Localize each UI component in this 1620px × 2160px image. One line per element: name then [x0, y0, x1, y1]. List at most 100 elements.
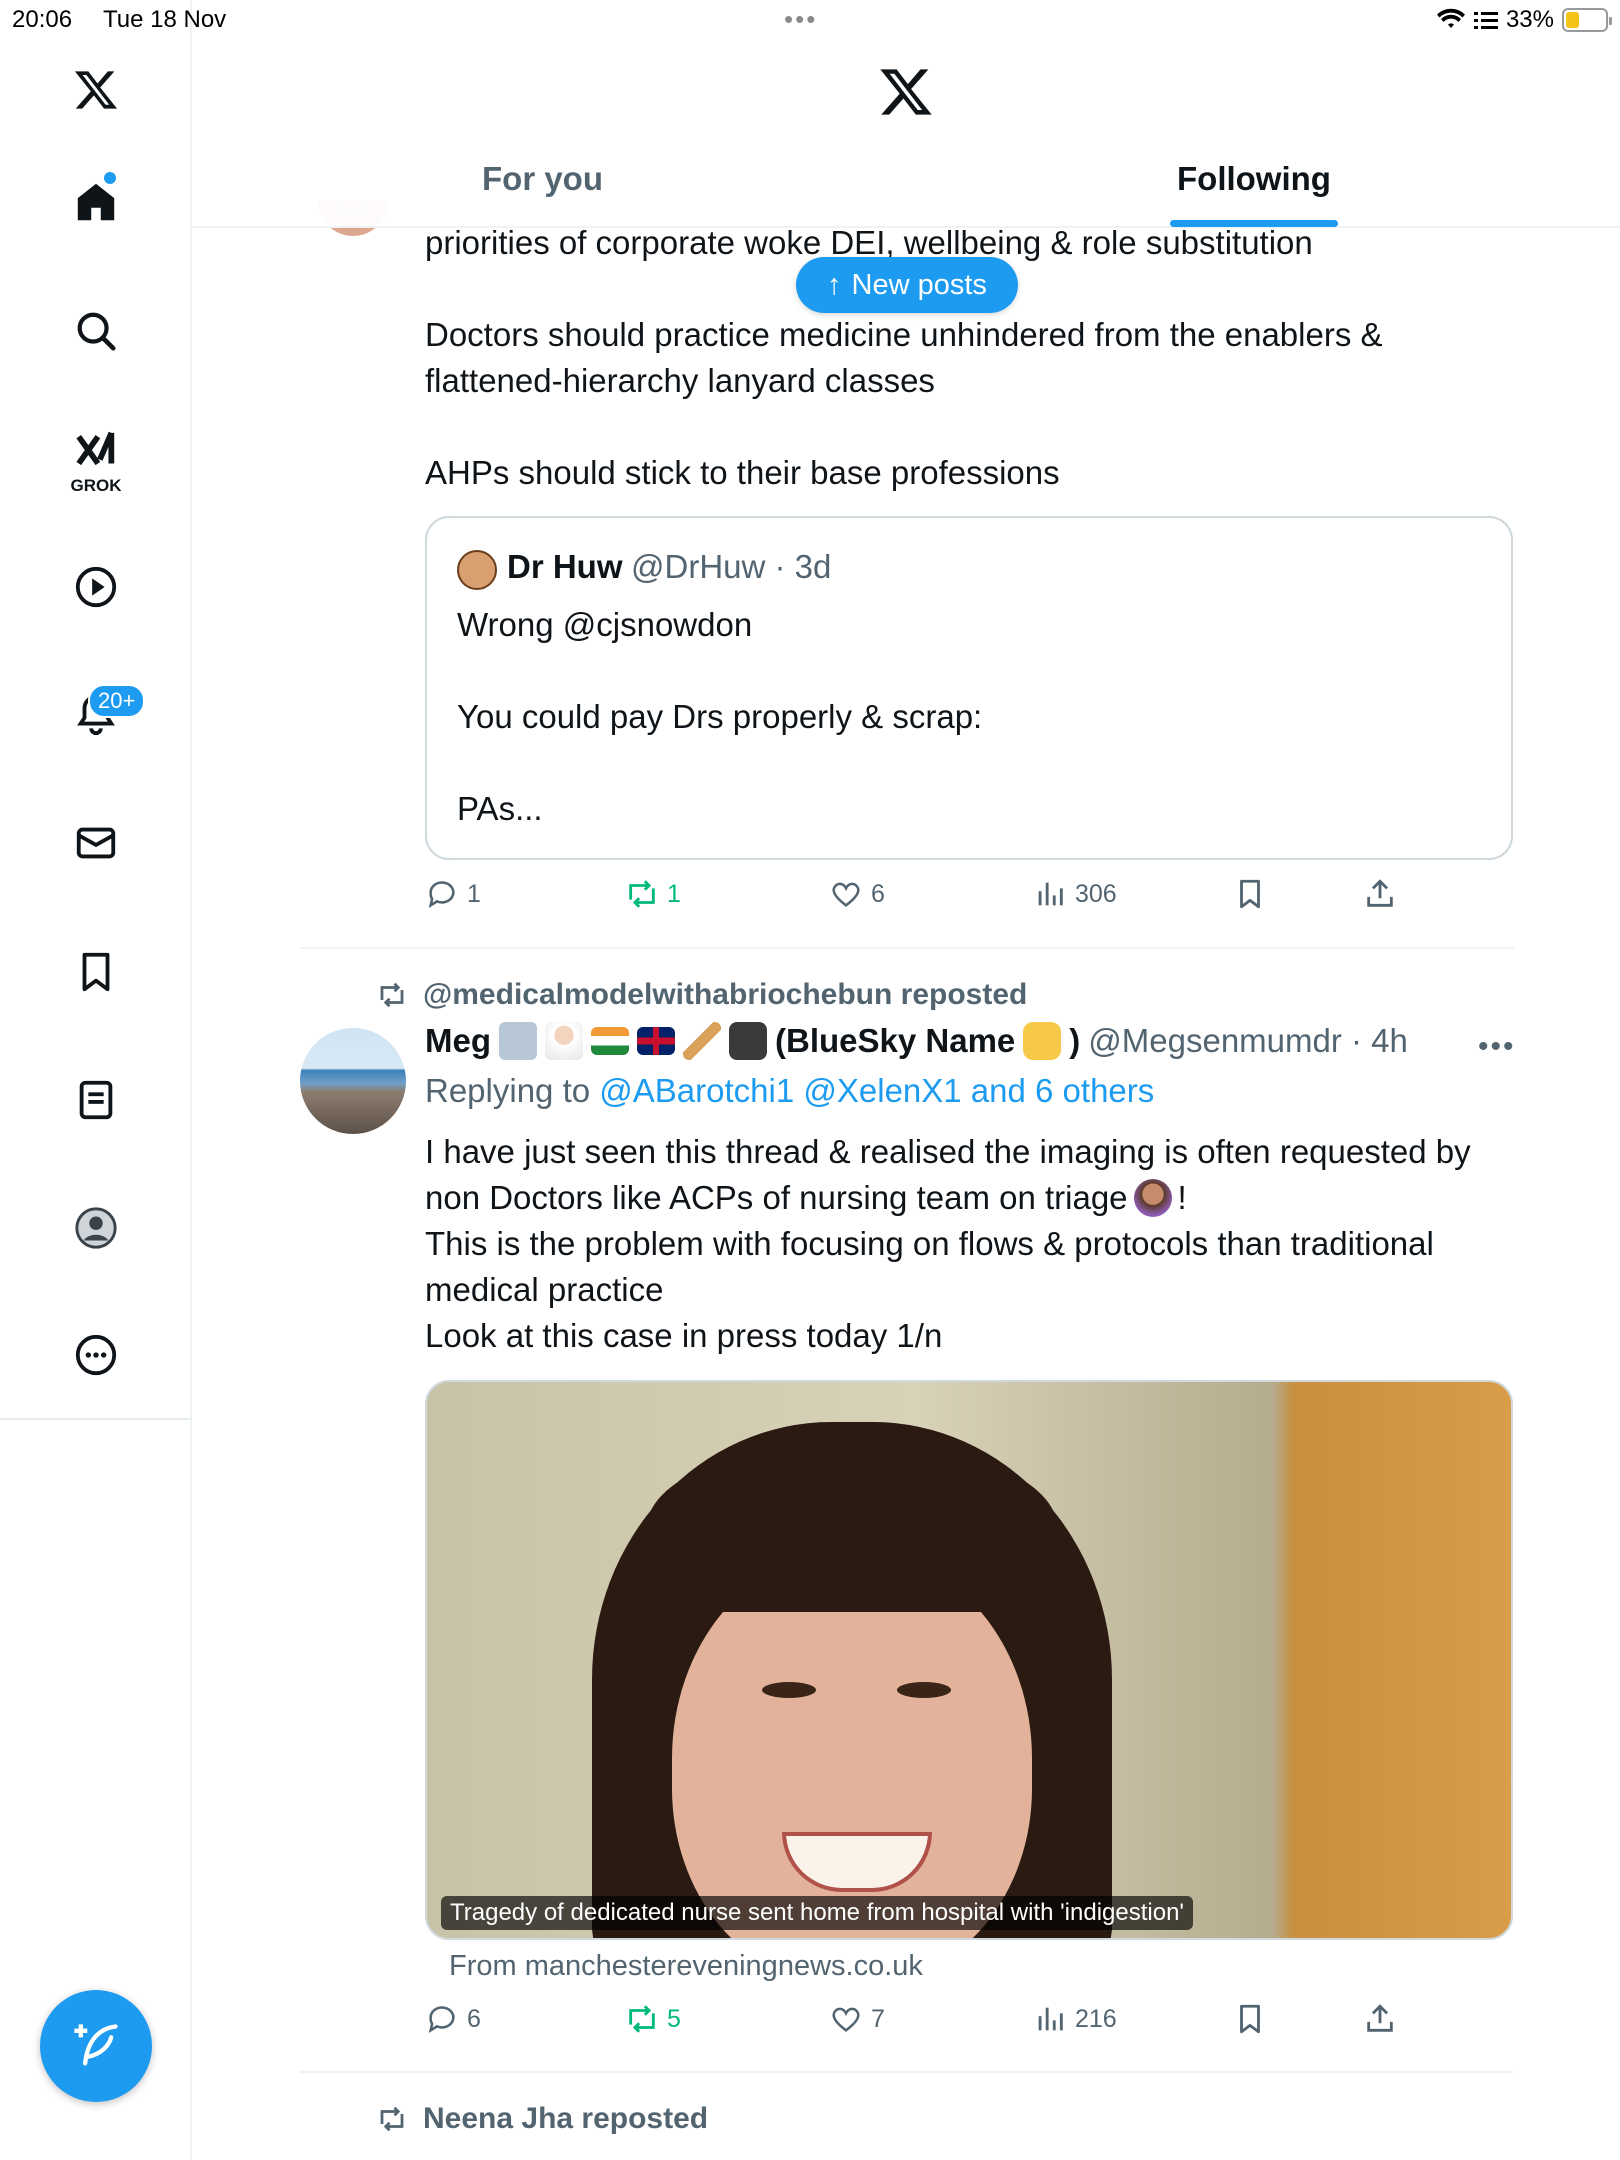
views-icon [1038, 2007, 1063, 2031]
author-name[interactable]: Meg [425, 1022, 491, 1060]
compose-post-button[interactable] [40, 1990, 152, 2102]
repost-icon [629, 880, 655, 908]
share-icon [1367, 2004, 1393, 2032]
profile-icon[interactable] [64, 1196, 128, 1260]
focus-list-icon [1473, 12, 1498, 29]
views-button[interactable]: 306 [1033, 877, 1117, 911]
repost-button[interactable]: 5 [625, 2002, 681, 2036]
bookmark-icon[interactable] [64, 940, 128, 1004]
post-text-line: Doctors should practice medicine unhinde… [425, 316, 1383, 353]
link-card-image[interactable]: Tragedy of dedicated nurse sent home fro… [425, 1380, 1513, 1940]
like-count: 6 [871, 879, 885, 908]
share-button[interactable] [1363, 877, 1397, 911]
post-actions: 1 1 6 306 [425, 877, 1515, 921]
like-button[interactable]: 6 [829, 877, 885, 911]
timeline-header: For you Following [192, 40, 1620, 228]
uk-flag-icon [637, 1027, 675, 1055]
battery-percent: 33% [1505, 6, 1554, 33]
camera-emoji-icon [729, 1022, 767, 1060]
reply-count: 1 [467, 879, 481, 908]
x-logo-icon[interactable] [878, 64, 934, 120]
photo-eye [762, 1682, 816, 1698]
replying-prefix: Replying to [425, 1072, 591, 1109]
bookmark-button[interactable] [1233, 877, 1267, 911]
repost-attribution[interactable]: @medicalmodelwithabriochebun reposted [375, 978, 1027, 1012]
video-icon[interactable] [64, 555, 128, 619]
quote-author-name: Dr Huw [507, 548, 623, 585]
home-icon[interactable] [64, 170, 128, 234]
wifi-icon [1436, 8, 1465, 28]
views-icon [1038, 882, 1063, 906]
post-text-line: Look at this case in press today 1/n [425, 1317, 943, 1354]
mail-icon[interactable] [64, 811, 128, 875]
post-author-row: Meg (BlueSky Name ) @Megsenmumdr · 4h [425, 1022, 1408, 1060]
india-flag-icon [591, 1027, 629, 1055]
share-icon [1367, 879, 1393, 907]
post-more-icon[interactable]: ••• [1478, 1030, 1516, 1064]
reply-button[interactable]: 1 [425, 877, 481, 911]
heart-icon [832, 882, 860, 907]
repost-button[interactable]: 1 [625, 877, 681, 911]
post-text-line: I have just seen this thread & realised … [425, 1133, 1471, 1170]
grok-icon[interactable] [64, 420, 128, 484]
quote-text-line: PAs... [457, 790, 543, 827]
battery-icon [1562, 8, 1612, 32]
home-unread-dot [104, 172, 116, 184]
post-text-line: flattened-hierarchy lanyard classes [425, 362, 935, 399]
author-name-suffix[interactable]: (BlueSky Name [775, 1022, 1015, 1060]
avatar [457, 550, 497, 590]
reply-icon [428, 881, 455, 909]
post-divider [300, 2071, 1514, 2073]
quote-text: Wrong @cjsnowdon You could pay Drs prope… [457, 602, 1457, 832]
tab-for-you[interactable]: For you [482, 160, 603, 198]
like-button[interactable]: 7 [829, 2002, 885, 2036]
quote-text-line: You could pay Drs properly & scrap: [457, 698, 983, 735]
post-divider [300, 947, 1514, 949]
active-tab-indicator [1170, 220, 1338, 227]
link-source[interactable]: From manchestereveningnews.co.uk [449, 1950, 923, 1983]
post-text-line-row: non Doctors like ACPs of nursing team on… [425, 1175, 1525, 1221]
repost-count: 5 [667, 2004, 681, 2033]
more-icon[interactable] [64, 1323, 128, 1387]
avatar[interactable] [300, 1028, 406, 1134]
doctor-emoji-icon [545, 1022, 583, 1060]
repost-icon [380, 982, 404, 1008]
reply-button[interactable]: 6 [425, 2002, 481, 2036]
post-text-line: This is the problem with focusing on flo… [425, 1225, 1434, 1262]
share-button[interactable] [1363, 2002, 1397, 2036]
repost-attribution[interactable]: Neena Jha reposted [375, 2102, 708, 2136]
views-count: 306 [1075, 879, 1117, 908]
arrow-up-icon: ↑ [827, 268, 842, 301]
list-icon[interactable] [64, 1068, 128, 1132]
multitasking-dots-icon[interactable]: ••• [784, 4, 817, 35]
bookmark-icon [1240, 879, 1260, 909]
repost-count: 1 [667, 879, 681, 908]
quoted-post[interactable]: Dr Huw @DrHuw · 3d Wrong @cjsnowdon You … [425, 516, 1513, 860]
status-time: 20:06 [12, 6, 73, 33]
author-name-close: ) [1069, 1022, 1081, 1059]
tab-following[interactable]: Following [1177, 160, 1331, 198]
link-card-caption: Tragedy of dedicated nurse sent home fro… [441, 1896, 1194, 1930]
photo-eye [897, 1682, 951, 1698]
heart-icon [832, 2007, 860, 2032]
photo-bangs [647, 1442, 1057, 1612]
author-handle[interactable]: @Megsenmumdr · 4h [1088, 1022, 1408, 1060]
x-logo-icon[interactable] [64, 58, 128, 122]
views-button[interactable]: 216 [1033, 2002, 1117, 2036]
replying-to-links[interactable]: @ABarotchi1 @XelenX1 and 6 others [599, 1072, 1154, 1109]
sidebar: GROK 20+ [0, 0, 192, 2160]
new-posts-label: New posts [851, 268, 987, 301]
bookmark-icon [1240, 2004, 1260, 2034]
post-text-line: medical practice [425, 1271, 664, 1308]
notifications-badge: 20+ [88, 684, 146, 718]
status-right: 33% [1436, 6, 1612, 34]
search-icon[interactable] [64, 299, 128, 363]
repost-icon [380, 2106, 404, 2132]
quote-text-line: Wrong @cjsnowdon [457, 606, 753, 643]
bookmark-button[interactable] [1233, 2002, 1267, 2036]
sidebar-divider [0, 1418, 192, 1420]
new-posts-button[interactable]: ↑ New posts [796, 257, 1018, 313]
feather-plus-icon [74, 2024, 118, 2066]
family-emoji-icon [499, 1022, 537, 1060]
pointing-down-emoji-icon [1023, 1022, 1062, 1060]
